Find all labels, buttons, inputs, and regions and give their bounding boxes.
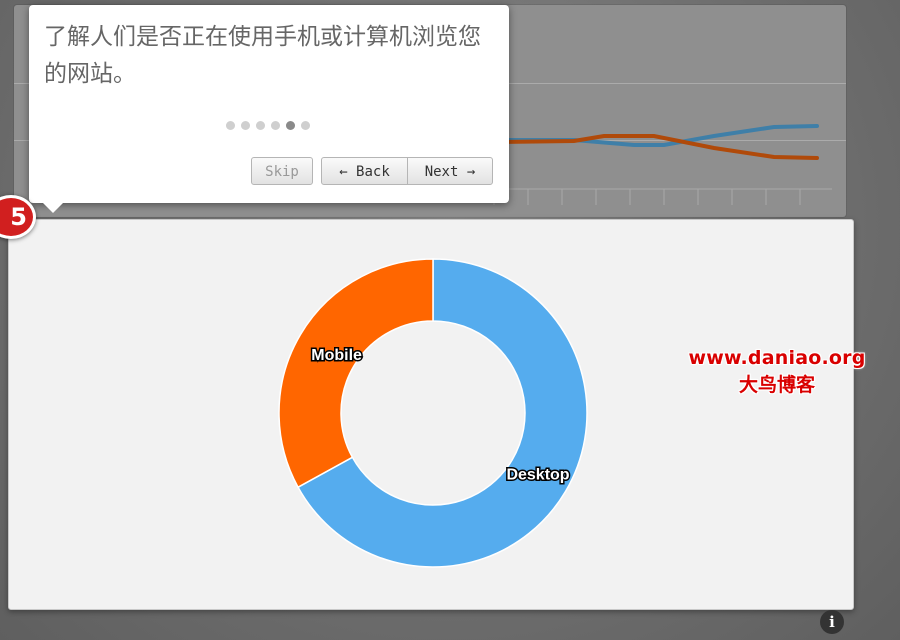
progress-dot <box>226 121 235 130</box>
tour-tooltip: 了解人们是否正在使用手机或计算机浏览您的网站。 Skip ← Back Next… <box>29 5 509 213</box>
device-donut-chart: Desktop Mobile <box>278 258 588 568</box>
tour-description: 了解人们是否正在使用手机或计算机浏览您的网站。 <box>44 24 481 87</box>
progress-dot <box>286 121 295 130</box>
watermark-chinese: 大鸟博客 <box>738 374 815 396</box>
progress-dot <box>301 121 310 130</box>
donut-label-desktop: Desktop <box>506 466 569 483</box>
tour-progress-dots <box>226 121 316 131</box>
background-axis-ticks <box>484 188 832 205</box>
progress-dot <box>256 121 265 130</box>
device-usage-chart-panel: Desktop Mobile <box>8 219 854 610</box>
back-button[interactable]: ← Back <box>321 157 408 185</box>
skip-button[interactable]: Skip <box>251 157 313 185</box>
watermark-url: www.daniao.org <box>688 347 866 369</box>
donut-label-mobile: Mobile <box>311 347 362 364</box>
progress-dot <box>271 121 280 130</box>
watermark: www.daniao.org 大鸟博客 <box>662 347 892 397</box>
donut-slice-mobile <box>278 258 434 489</box>
info-icon[interactable]: i <box>820 610 844 634</box>
progress-dot <box>241 121 250 130</box>
next-button[interactable]: Next → <box>407 157 493 185</box>
